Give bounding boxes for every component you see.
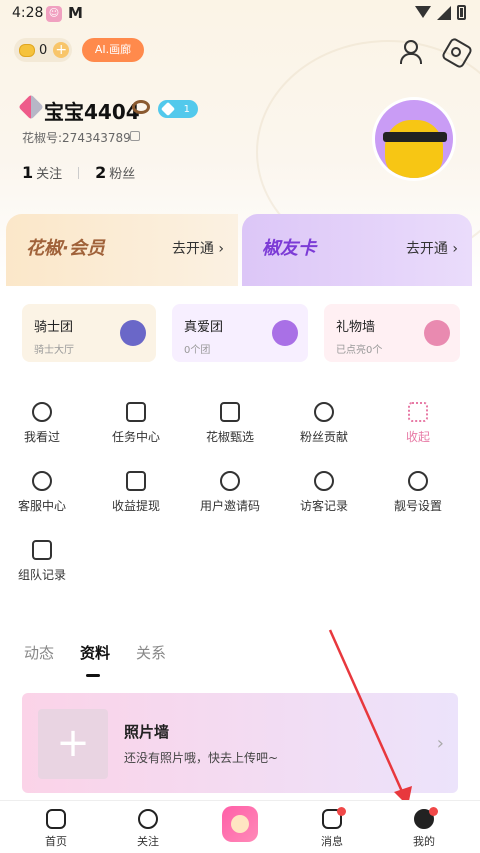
tabbar-label: 我的 xyxy=(413,835,435,848)
annotation-arrow xyxy=(328,629,412,806)
tabbar-messages[interactable]: 消息 xyxy=(302,807,362,849)
tabbar-home[interactable]: 首页 xyxy=(26,807,86,849)
tabbar-label: 消息 xyxy=(321,835,343,848)
home-icon xyxy=(46,809,66,829)
heart-icon xyxy=(138,809,158,829)
live-camera-button[interactable] xyxy=(222,806,258,842)
unread-dot xyxy=(429,807,438,816)
tabbar-mine[interactable]: 我的 xyxy=(394,807,454,849)
tabbar-label: 首页 xyxy=(45,835,67,848)
unread-dot xyxy=(337,807,346,816)
tabbar-label: 关注 xyxy=(137,835,159,848)
tabbar-follow[interactable]: 关注 xyxy=(118,807,178,849)
arrow-line xyxy=(328,629,406,797)
